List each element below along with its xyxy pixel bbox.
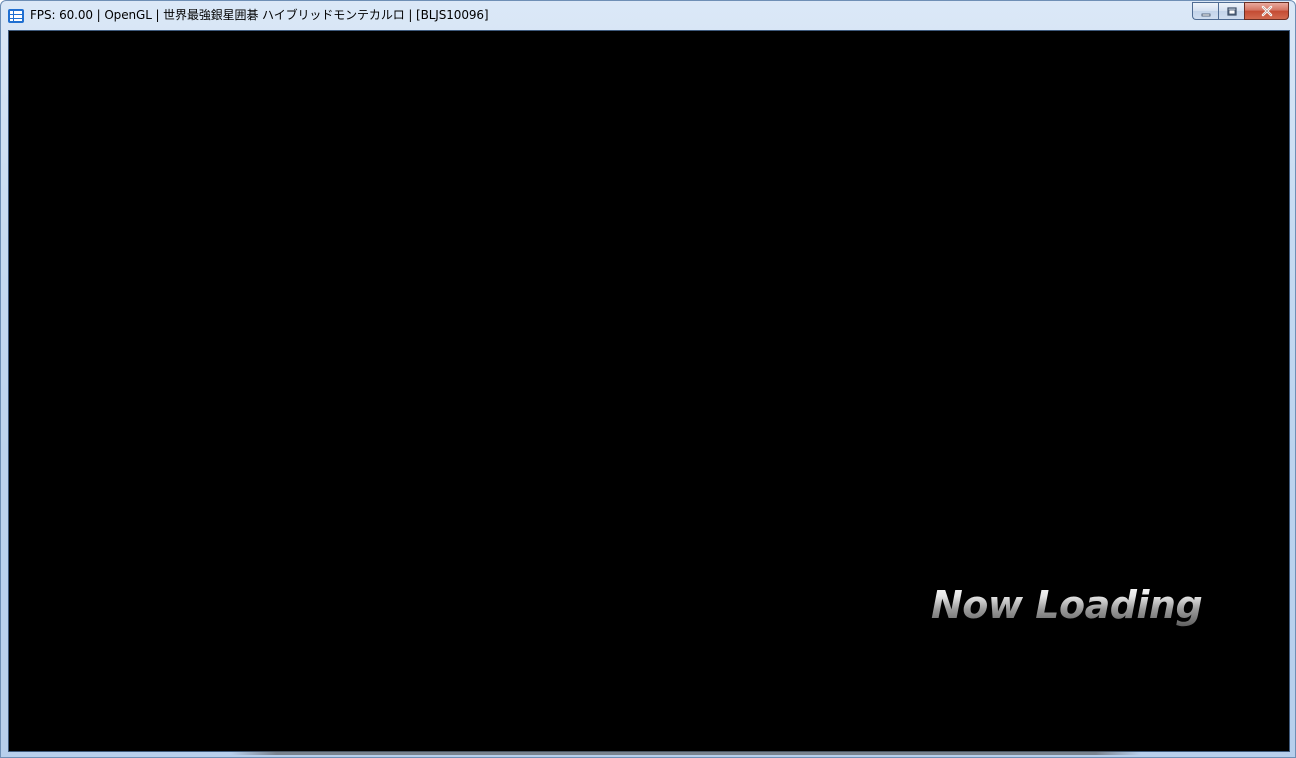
title-bar[interactable]: FPS: 60.00 | OpenGL | 世界最強銀星囲碁 ハイブリッドモンテ… — [1, 1, 1295, 30]
minimize-button[interactable] — [1192, 2, 1218, 20]
bottom-edge-shadow — [231, 751, 1141, 755]
game-viewport[interactable] — [8, 30, 1290, 752]
close-button[interactable] — [1244, 2, 1289, 20]
window-title: FPS: 60.00 | OpenGL | 世界最強銀星囲碁 ハイブリッドモンテ… — [30, 8, 489, 22]
minimize-icon — [1201, 2, 1211, 21]
maximize-button[interactable] — [1218, 2, 1244, 20]
emulator-window: FPS: 60.00 | OpenGL | 世界最強銀星囲碁 ハイブリッドモンテ… — [0, 0, 1296, 758]
close-icon — [1260, 2, 1274, 21]
app-icon[interactable] — [8, 8, 24, 23]
caption-buttons — [1192, 2, 1289, 21]
now-loading-text: Now Loading — [931, 583, 1203, 627]
maximize-icon — [1226, 2, 1238, 21]
